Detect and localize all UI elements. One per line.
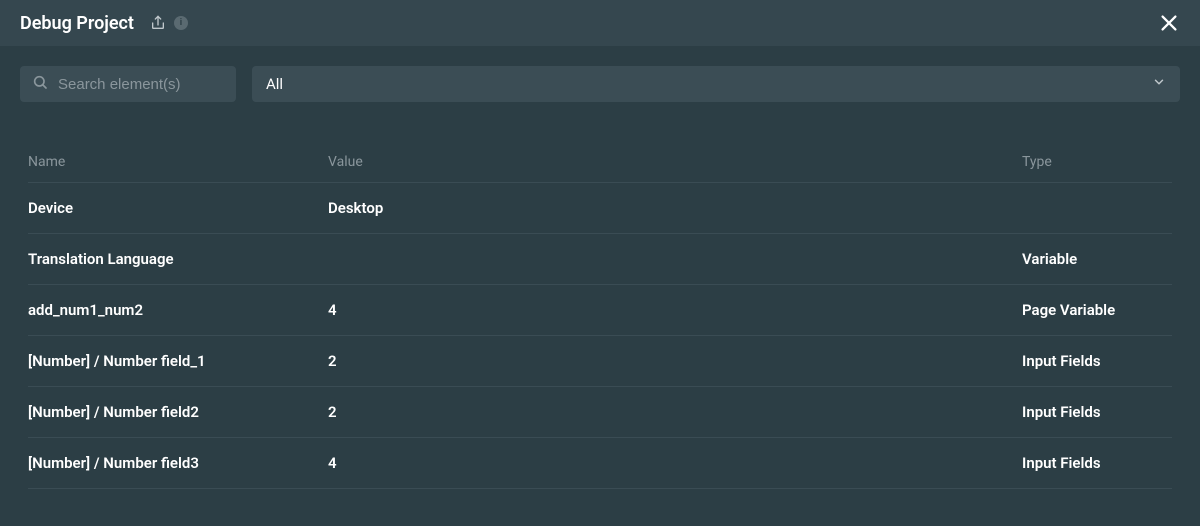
filter-dropdown[interactable]: All [252, 66, 1180, 102]
search-wrap [20, 66, 236, 102]
cell-type: Input Fields [1022, 403, 1172, 421]
debug-panel: Debug Project i [0, 0, 1200, 526]
debug-table: Name Value Type DeviceDesktopTranslation… [0, 102, 1200, 489]
table-row[interactable]: [Number] / Number field_12Input Fields [28, 336, 1172, 387]
table-row[interactable]: [Number] / Number field34Input Fields [28, 438, 1172, 489]
cell-value: 4 [328, 301, 1022, 319]
chevron-down-icon [1152, 75, 1166, 93]
table-header: Name Value Type [28, 142, 1172, 183]
col-header-type: Type [1022, 154, 1172, 170]
cell-value: 2 [328, 352, 1022, 370]
panel-title: Debug Project [20, 13, 134, 34]
cell-type: Input Fields [1022, 352, 1172, 370]
search-input[interactable] [20, 66, 236, 102]
cell-name: Device [28, 199, 328, 217]
cell-type: Variable [1022, 250, 1172, 268]
cell-type: Page Variable [1022, 301, 1172, 319]
cell-type: Input Fields [1022, 454, 1172, 472]
cell-value: 4 [328, 454, 1022, 472]
table-row[interactable]: DeviceDesktop [28, 183, 1172, 234]
cell-name: add_num1_num2 [28, 301, 328, 319]
info-badge[interactable]: i [174, 16, 188, 30]
cell-name: [Number] / Number field_1 [28, 352, 328, 370]
table-row[interactable]: Translation Language Variable [28, 234, 1172, 285]
close-button[interactable] [1158, 12, 1180, 34]
cell-value: 2 [328, 403, 1022, 421]
cell-value: Desktop [328, 199, 1022, 217]
cell-name: [Number] / Number field3 [28, 454, 328, 472]
filter-selected-label: All [266, 75, 283, 93]
share-icon[interactable] [150, 15, 166, 31]
cell-name: Translation Language [28, 250, 328, 268]
table-row[interactable]: [Number] / Number field22Input Fields [28, 387, 1172, 438]
col-header-name: Name [28, 154, 328, 170]
table-row[interactable]: add_num1_num24Page Variable [28, 285, 1172, 336]
panel-header: Debug Project i [0, 0, 1200, 46]
col-header-value: Value [328, 154, 1022, 170]
cell-name: [Number] / Number field2 [28, 403, 328, 421]
controls-row: All [0, 46, 1200, 102]
table-body: DeviceDesktop Translation Language Variabl… [28, 183, 1172, 489]
